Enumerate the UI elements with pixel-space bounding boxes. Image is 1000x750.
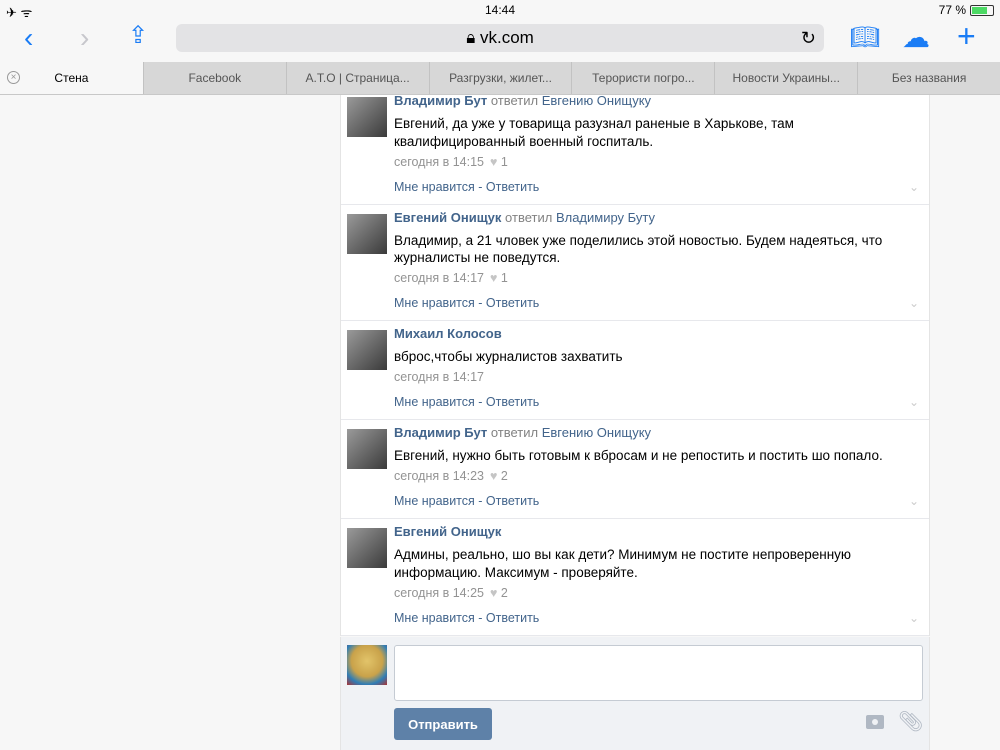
heart-icon: ♥ — [490, 271, 498, 285]
reply-to-link[interactable]: Владимиру Буту — [556, 210, 655, 225]
like-link[interactable]: Мне нравится — [394, 296, 475, 310]
battery-icon — [970, 4, 994, 16]
comment-time[interactable]: сегодня в 14:23 — [394, 469, 484, 483]
tab-razgruzki[interactable]: Разгрузки, жилет... — [428, 62, 572, 94]
avatar[interactable] — [347, 528, 387, 568]
like-count: 2 — [500, 585, 508, 600]
heart-icon: ♥ — [490, 469, 498, 483]
comment: Евгений Онищук Админы, реально, шо вы ка… — [341, 519, 929, 636]
author-link[interactable]: Владимир Бут — [394, 93, 487, 108]
tab-teroristy[interactable]: Терористи погро... — [571, 62, 715, 94]
like-link[interactable]: Мне нравится — [394, 180, 475, 194]
send-button[interactable]: Отправить — [394, 708, 492, 740]
replied-label: ответил — [490, 93, 539, 108]
status-time: 14:44 — [484, 3, 516, 17]
heart-icon: ♥ — [490, 154, 498, 169]
comment: Владимир Бут ответил Евгению Онищуку Евг… — [341, 88, 929, 205]
tab-stena[interactable]: × Стена — [0, 62, 143, 94]
like-link[interactable]: Мне нравится — [394, 494, 475, 508]
comment-input[interactable] — [394, 645, 923, 701]
separator: - — [474, 494, 486, 508]
new-tab-icon[interactable]: + — [957, 20, 976, 52]
comment-composer: Отправить 📎︎ — [340, 637, 930, 750]
reply-link[interactable]: Ответить — [486, 395, 539, 409]
camera-icon[interactable] — [866, 715, 884, 729]
browser-chrome: ✈ ᯤ 14:44 77 % ‹ › ⇪ 🔒︎ vk.com ↻ 📖︎ ☁︎ + … — [0, 0, 1000, 95]
comment-text: Евгений, нужно быть готовым к вбросам и … — [394, 448, 883, 463]
battery-percent: 77 % — [938, 3, 966, 17]
tab-facebook[interactable]: Facebook — [142, 62, 286, 94]
comment: Михаил Колосов вброс,чтобы журналистов з… — [341, 321, 929, 420]
replied-label: ответил — [505, 209, 553, 225]
chevron-down-icon[interactable]: ⌄ — [909, 609, 919, 627]
forward-icon[interactable]: › — [80, 24, 89, 52]
tab-ato[interactable]: A.T.O | Страница... — [285, 62, 429, 94]
chevron-down-icon[interactable]: ⌄ — [909, 294, 919, 312]
comment: Владимир Бут ответил Евгению Онищуку Евг… — [341, 420, 929, 519]
avatar[interactable] — [347, 97, 387, 137]
avatar[interactable] — [347, 213, 387, 254]
bookmarks-icon[interactable]: 📖︎ — [850, 24, 880, 52]
chevron-down-icon[interactable]: ⌄ — [909, 492, 919, 510]
tab-untitled[interactable]: Без названия — [857, 62, 1000, 94]
reply-to-link[interactable]: Евгению Онищуку — [542, 425, 651, 440]
like-link[interactable]: Мне нравится — [394, 395, 475, 409]
separator: - — [474, 296, 486, 310]
replied-label: ответил — [490, 425, 539, 440]
like-count: 1 — [500, 271, 508, 285]
separator: - — [474, 179, 486, 194]
separator: - — [474, 395, 486, 409]
chevron-down-icon[interactable]: ⌄ — [909, 178, 919, 196]
cloud-icon[interactable]: ☁︎ — [902, 24, 930, 52]
avatar[interactable] — [347, 330, 387, 370]
comment-time[interactable]: сегодня в 14:25 — [394, 586, 484, 600]
author-link[interactable]: Евгений Онищук — [394, 524, 501, 539]
like-count: 2 — [500, 469, 508, 483]
heart-icon: ♥ — [490, 585, 498, 600]
reply-link[interactable]: Ответить — [486, 611, 539, 625]
chevron-down-icon[interactable]: ⌄ — [909, 393, 919, 411]
address-bar[interactable]: 🔒︎ vk.com ↻ — [176, 24, 824, 52]
lock-icon: 🔒︎ — [466, 28, 480, 47]
comments-list: Владимир Бут ответил Евгению Онищуку Евг… — [340, 88, 930, 636]
close-tab-icon[interactable]: × — [7, 71, 20, 84]
comment-time[interactable]: сегодня в 14:17 — [394, 271, 484, 285]
reply-link[interactable]: Ответить — [486, 494, 539, 508]
author-link[interactable]: Евгений Онищук — [394, 210, 501, 225]
paperclip-icon[interactable]: 📎︎ — [898, 709, 923, 734]
status-bar: ✈ ᯤ 14:44 77 % — [0, 0, 1000, 20]
my-avatar — [347, 645, 387, 685]
like-count: 1 — [500, 154, 508, 169]
comment-text: Владимир, а 21 чловек уже поделились это… — [394, 232, 883, 266]
like-link[interactable]: Мне нравится — [394, 611, 475, 625]
back-icon[interactable]: ‹ — [24, 24, 33, 52]
reply-link[interactable]: Ответить — [486, 180, 539, 194]
tab-bar: × Стена Facebook A.T.O | Страница... Разг… — [0, 62, 1000, 94]
comment-text: вброс,чтобы журналистов захватить — [394, 349, 623, 364]
reply-link[interactable]: Ответить — [486, 296, 539, 310]
tab-label: Стена — [54, 71, 89, 85]
separator: - — [474, 610, 486, 625]
comment-text: Админы, реально, шо вы как дети? Минимум… — [394, 547, 852, 580]
avatar[interactable] — [347, 429, 387, 469]
tab-novosti[interactable]: Новости Украины... — [714, 62, 858, 94]
share-icon[interactable]: ⇪ — [128, 22, 148, 50]
reply-to-link[interactable]: Евгению Онищуку — [542, 93, 651, 108]
url-text: vk.com — [479, 28, 534, 47]
author-link[interactable]: Владимир Бут — [394, 425, 487, 440]
comment-time[interactable]: сегодня в 14:15 — [394, 155, 484, 169]
reload-icon[interactable]: ↻ — [801, 24, 816, 52]
comment: Евгений Онищук ответил Владимиру Буту Вл… — [341, 205, 929, 321]
comment-text: Евгений, да уже у товарища разузнал ране… — [394, 116, 794, 149]
author-link[interactable]: Михаил Колосов — [394, 326, 502, 341]
comment-time[interactable]: сегодня в 14:17 — [394, 370, 484, 384]
